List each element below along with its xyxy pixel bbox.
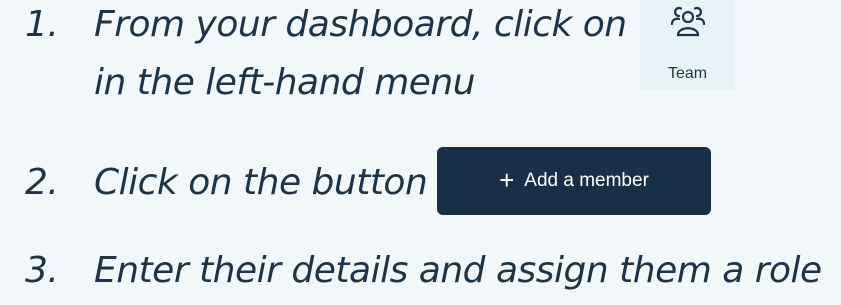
step-2-number: 2. <box>25 162 59 203</box>
team-label: Team <box>667 65 708 82</box>
step-1-text-line-2: in the left-hand menu <box>94 62 476 103</box>
step-3-text: Enter their details and assign them a ro… <box>94 250 822 291</box>
step-1-number: 1. <box>25 4 59 45</box>
step-1-text-line-1: From your dashboard, click on <box>94 4 627 45</box>
step-3-number: 3. <box>25 250 59 291</box>
step-2-text: Click on the button <box>94 162 428 203</box>
team-menu-item[interactable]: Team <box>640 0 735 90</box>
team-icon <box>670 6 706 37</box>
plus-icon: + <box>499 165 515 195</box>
add-a-member-label: Add a member <box>524 170 649 191</box>
add-a-member-button[interactable]: + Add a member <box>437 147 711 215</box>
